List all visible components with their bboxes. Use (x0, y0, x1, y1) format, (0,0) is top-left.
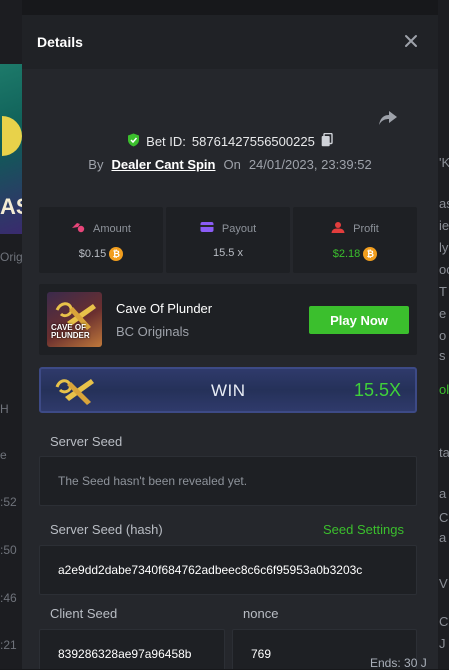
on-label: On (223, 157, 241, 172)
background-text: ta (439, 445, 449, 460)
stat-amount-label: Amount (93, 222, 131, 235)
bet-id-value: 58761427556500225 (191, 134, 315, 149)
stat-payout-label: Payout (221, 222, 257, 235)
server-seed-field: The Seed hasn't been revealed yet. (39, 456, 417, 506)
client-seed-label: Client Seed (50, 606, 118, 621)
close-icon[interactable] (401, 31, 421, 51)
money-icon (71, 221, 85, 236)
background-left-panel: AS Origi H e :52 :50 :46 :21 (0, 0, 31, 669)
background-right-panel: 'K as ie ly oc T e o s oli a ta a C V C … (438, 0, 449, 669)
game-name[interactable]: Cave Of Plunder (116, 301, 212, 316)
nonce-label: nonce (243, 606, 279, 621)
background-text: a (439, 486, 447, 501)
background-text: oc (439, 262, 449, 277)
background-text: H (0, 402, 9, 416)
client-seed-value: 839286328ae97a96458b (58, 647, 192, 661)
stat-profit-label: Profit (353, 223, 379, 235)
bitcoin-icon: ₿ (363, 247, 378, 261)
bet-meta-row: By Dealer Cant Spin On 24/01/2023, 23:39… (22, 157, 438, 172)
result-multiplier: 15.5X (353, 380, 401, 400)
server-seed-label: Server Seed (50, 434, 123, 449)
background-text: :52 (0, 495, 17, 509)
background-text: s (439, 348, 446, 363)
background-text: e (0, 448, 7, 462)
stat-profit-value: $2.18 (332, 248, 361, 260)
server-seed-hash-field[interactable]: a2e9dd2dabe7340f684762adbeec8c6c6f95953a… (39, 545, 417, 595)
result-banner: WIN 15.5X (39, 367, 417, 413)
server-seed-hash-value: a2e9dd2dabe7340f684762adbeec8c6c6f95953a… (58, 563, 363, 577)
server-seed-hash-label: Server Seed (hash) (50, 522, 163, 537)
bet-details-modal: Details Bet ID: 58761427556500225 By Dea… (22, 15, 438, 669)
bet-id-label: Bet ID: (146, 134, 186, 149)
background-text: 'K (439, 155, 449, 170)
background-text: e (439, 306, 447, 321)
background-game-thumbnail[interactable]: AS (0, 64, 31, 234)
background-text: :46 (0, 591, 17, 605)
background-text: T (439, 284, 447, 299)
modal-title: Details (37, 34, 83, 50)
shield-check-icon (127, 133, 140, 150)
user-link[interactable]: Dealer Cant Spin (111, 157, 215, 172)
background-text: ly (439, 240, 449, 255)
server-seed-value: The Seed hasn't been revealed yet. (58, 474, 248, 488)
by-label: By (88, 157, 104, 172)
background-text: C (439, 614, 449, 629)
background-text: as (439, 196, 449, 211)
background-link[interactable]: oli (439, 382, 449, 397)
nonce-value: 769 (251, 647, 272, 661)
share-icon[interactable] (377, 107, 399, 129)
background-thumb-art (2, 116, 22, 156)
background-text: ie (439, 218, 449, 233)
game-thumbnail[interactable]: CAVE OF PLUNDER (47, 292, 102, 347)
game-card: CAVE OF PLUNDER Cave Of Plunder BC Origi… (39, 284, 417, 355)
bet-datetime: 24/01/2023, 23:39:52 (248, 157, 372, 172)
game-provider: BC Originals (116, 324, 189, 339)
stat-payout: Payout 15.5 x (166, 207, 290, 273)
wallet-icon (200, 221, 214, 236)
background-text: J (439, 636, 446, 651)
pickaxe-key-icon (51, 373, 103, 414)
profit-icon (331, 221, 345, 237)
bet-stats: Amount $0.15 ₿ Payout 15.5 x Profit $2.1… (39, 207, 417, 273)
stat-payout-value: 15.5 x (213, 247, 243, 259)
background-text: C (439, 510, 449, 525)
stat-amount: Amount $0.15 ₿ (39, 207, 163, 273)
bet-id-row: Bet ID: 58761427556500225 (22, 132, 438, 150)
background-footer-text: Ends: 30 J (370, 656, 427, 670)
game-thumbnail-text: CAVE OF PLUNDER (51, 323, 90, 340)
background-text: a (439, 530, 447, 545)
bitcoin-icon: ₿ (109, 247, 124, 261)
modal-header: Details (22, 15, 438, 69)
background-text: :21 (0, 638, 17, 652)
background-text: V (439, 576, 448, 591)
result-label: WIN (211, 381, 246, 400)
client-seed-field[interactable]: 839286328ae97a96458b (39, 629, 225, 669)
background-text: :50 (0, 543, 17, 557)
stat-profit: Profit $2.18 ₿ (293, 207, 417, 273)
play-now-button[interactable]: Play Now (309, 306, 409, 334)
stat-amount-value: $0.15 (78, 248, 107, 260)
seed-settings-link[interactable]: Seed Settings (323, 522, 404, 537)
copy-icon[interactable] (321, 132, 333, 150)
background-text: o (439, 328, 447, 343)
